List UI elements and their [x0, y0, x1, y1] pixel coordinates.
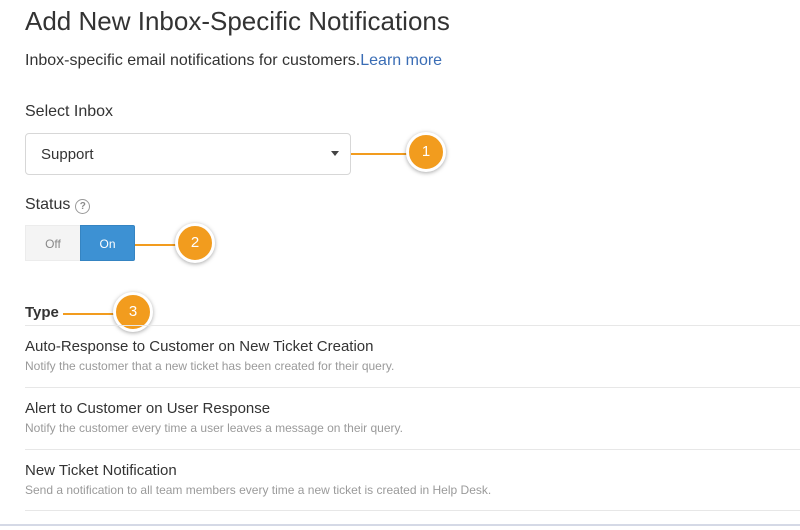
status-off-option[interactable]: Off [25, 225, 80, 261]
type-heading: Type [25, 304, 59, 321]
callout-badge-2: 2 [175, 223, 215, 263]
select-inbox-label: Select Inbox [25, 103, 114, 120]
notification-type-list: Auto-Response to Customer on New Ticket … [25, 325, 800, 511]
page-title: Add New Inbox-Specific Notifications [25, 6, 450, 36]
list-item[interactable]: New Ticket Notification Send a notificat… [25, 449, 800, 511]
learn-more-link[interactable]: Learn more [360, 52, 442, 69]
page-subtitle: Inbox-specific email notifications for c… [25, 52, 442, 70]
inbox-select[interactable]: Support [25, 133, 351, 175]
type-item-name: Alert to Customer on User Response [25, 400, 271, 417]
callout-connector-1 [351, 153, 409, 155]
notifications-page: Add New Inbox-Specific Notifications Inb… [0, 0, 800, 530]
type-item-name: New Ticket Notification [25, 462, 177, 479]
type-item-name: Auto-Response to Customer on New Ticket … [25, 338, 374, 355]
type-item-description: Notify the customer that a new ticket ha… [25, 359, 395, 373]
type-item-description: Notify the customer every time a user le… [25, 421, 403, 435]
status-label-row: Status ? [25, 196, 91, 214]
caret-down-icon [331, 151, 339, 156]
list-item[interactable]: Auto-Response to Customer on New Ticket … [25, 325, 800, 387]
list-item[interactable]: Alert to Customer on User Response Notif… [25, 387, 800, 449]
page-bottom-divider [0, 524, 800, 526]
type-item-description: Send a notification to all team members … [25, 483, 492, 497]
status-toggle[interactable]: Off On [25, 225, 135, 261]
status-on-option[interactable]: On [80, 225, 135, 261]
status-label: Status [25, 196, 71, 213]
subtitle-text: Inbox-specific email notifications for c… [25, 52, 361, 69]
help-icon[interactable]: ? [75, 198, 91, 214]
callout-connector-3 [63, 313, 119, 315]
inbox-select-value: Support [41, 146, 94, 163]
callout-badge-1: 1 [406, 132, 446, 172]
